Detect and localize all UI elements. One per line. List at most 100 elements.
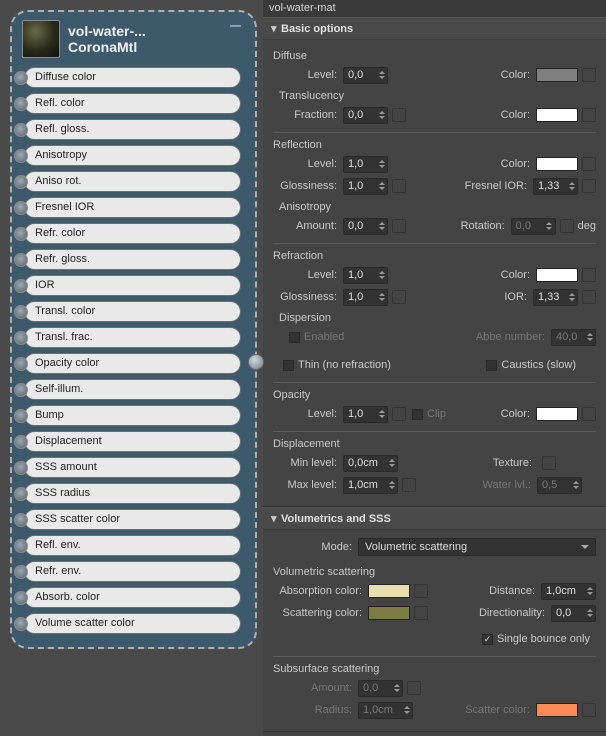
dispersion-enabled-checkbox[interactable]: [289, 332, 300, 343]
vol-distance-spinner[interactable]: 1,0cm: [541, 583, 596, 600]
input-slot[interactable]: Displacement: [16, 429, 251, 454]
volumetrics-mode-dropdown[interactable]: Volumetric scattering: [358, 538, 596, 556]
input-slot[interactable]: Transl. frac.: [16, 325, 251, 350]
opacity-color-map[interactable]: [582, 407, 596, 421]
input-slot[interactable]: Absorb. color: [16, 585, 251, 610]
diffuse-level-spinner[interactable]: 0,0: [343, 67, 388, 84]
input-socket[interactable]: [14, 305, 28, 319]
refraction-ior-map[interactable]: [582, 290, 596, 304]
reflection-color-swatch[interactable]: [536, 157, 578, 171]
diffuse-color-map[interactable]: [582, 68, 596, 82]
disp-min-spinner[interactable]: 0,0cm: [343, 455, 398, 472]
material-node[interactable]: vol-water-... CoronaMtl — Diffuse colorR…: [10, 10, 257, 649]
opacity-clip-checkbox[interactable]: [412, 409, 423, 420]
input-slot[interactable]: Aniso rot.: [16, 169, 251, 194]
input-slot[interactable]: SSS radius: [16, 481, 251, 506]
input-slot[interactable]: Volume scatter color: [16, 611, 251, 636]
input-slot[interactable]: Bump: [16, 403, 251, 428]
input-socket[interactable]: [14, 617, 28, 631]
input-socket[interactable]: [14, 175, 28, 189]
opacity-level-map[interactable]: [392, 407, 406, 421]
scattering-color-map[interactable]: [414, 606, 428, 620]
sss-scatter-color-swatch[interactable]: [536, 703, 578, 717]
input-socket[interactable]: [14, 383, 28, 397]
aniso-rotation-map[interactable]: [560, 219, 574, 233]
material-name[interactable]: vol-water-...: [68, 23, 226, 39]
translucency-fraction-map[interactable]: [392, 108, 406, 122]
input-socket[interactable]: [14, 513, 28, 527]
reflection-gloss-spinner[interactable]: 1,0: [343, 178, 388, 195]
input-slot[interactable]: Fresnel IOR: [16, 195, 251, 220]
refraction-color-swatch[interactable]: [536, 268, 578, 282]
input-slot[interactable]: Refl. color: [16, 91, 251, 116]
scattering-color-swatch[interactable]: [368, 606, 410, 620]
input-socket[interactable]: [14, 487, 28, 501]
aniso-amount-spinner[interactable]: 0,0: [343, 218, 388, 235]
disp-texture-map[interactable]: [542, 456, 556, 470]
input-socket[interactable]: [14, 409, 28, 423]
input-socket[interactable]: [14, 123, 28, 137]
reflection-gloss-map[interactable]: [392, 179, 406, 193]
input-socket[interactable]: [14, 279, 28, 293]
diffuse-color-swatch[interactable]: [536, 68, 578, 82]
input-socket[interactable]: [14, 565, 28, 579]
input-socket[interactable]: [14, 461, 28, 475]
input-slot[interactable]: Diffuse color: [16, 65, 251, 90]
input-socket[interactable]: [14, 539, 28, 553]
input-slot[interactable]: SSS scatter color: [16, 507, 251, 532]
input-slot[interactable]: SSS amount: [16, 455, 251, 480]
output-socket[interactable]: [248, 354, 264, 370]
thin-checkbox[interactable]: [283, 360, 294, 371]
absorption-color-swatch[interactable]: [368, 584, 410, 598]
input-socket[interactable]: [14, 331, 28, 345]
aniso-rotation-spinner[interactable]: 0,0: [511, 218, 556, 235]
input-socket[interactable]: [14, 435, 28, 449]
input-slot[interactable]: Refr. env.: [16, 559, 251, 584]
sss-scatter-color-map[interactable]: [582, 703, 596, 717]
single-bounce-checkbox[interactable]: ✓: [482, 634, 493, 645]
input-socket[interactable]: [14, 357, 28, 371]
refraction-gloss-map[interactable]: [392, 290, 406, 304]
slot-label: SSS amount: [24, 457, 241, 478]
input-socket[interactable]: [14, 97, 28, 111]
disp-waterlvl-enable[interactable]: [402, 478, 416, 492]
input-slot[interactable]: Refr. color: [16, 221, 251, 246]
disp-max-spinner[interactable]: 1,0cm: [343, 477, 398, 494]
fresnel-ior-map[interactable]: [582, 179, 596, 193]
section-basic-options[interactable]: ▾ Basic options: [263, 17, 606, 40]
minimize-icon[interactable]: —: [226, 20, 245, 32]
input-slot[interactable]: IOR: [16, 273, 251, 298]
directionality-spinner[interactable]: 0,0: [551, 605, 596, 622]
input-slot[interactable]: Refr. gloss.: [16, 247, 251, 272]
input-socket[interactable]: [14, 253, 28, 267]
aniso-amount-map[interactable]: [392, 219, 406, 233]
input-slot[interactable]: Opacity color: [16, 351, 251, 376]
input-socket[interactable]: [14, 201, 28, 215]
fresnel-ior-spinner[interactable]: 1,33: [533, 178, 578, 195]
material-thumbnail[interactable]: [22, 20, 60, 58]
section-volumetrics[interactable]: ▾ Volumetrics and SSS: [263, 507, 606, 530]
caustics-checkbox[interactable]: [486, 360, 497, 371]
refraction-color-map[interactable]: [582, 268, 596, 282]
opacity-level-spinner[interactable]: 1,0: [343, 406, 388, 423]
input-slot[interactable]: Self-illum.: [16, 377, 251, 402]
absorption-color-map[interactable]: [414, 584, 428, 598]
translucency-fraction-spinner[interactable]: 0,0: [343, 107, 388, 124]
input-slot[interactable]: Transl. color: [16, 299, 251, 324]
opacity-color-swatch[interactable]: [536, 407, 578, 421]
input-socket[interactable]: [14, 149, 28, 163]
reflection-level-spinner[interactable]: 1,0: [343, 156, 388, 173]
refraction-level-spinner[interactable]: 1,0: [343, 267, 388, 284]
refraction-gloss-spinner[interactable]: 1,0: [343, 289, 388, 306]
sss-amount-map[interactable]: [407, 681, 421, 695]
input-socket[interactable]: [14, 227, 28, 241]
refraction-ior-spinner[interactable]: 1,33: [533, 289, 578, 306]
input-slot[interactable]: Anisotropy: [16, 143, 251, 168]
input-socket[interactable]: [14, 591, 28, 605]
translucency-color-map[interactable]: [582, 108, 596, 122]
input-slot[interactable]: Refl. env.: [16, 533, 251, 558]
reflection-color-map[interactable]: [582, 157, 596, 171]
input-socket[interactable]: [14, 71, 28, 85]
translucency-color-swatch[interactable]: [536, 108, 578, 122]
input-slot[interactable]: Refl. gloss.: [16, 117, 251, 142]
